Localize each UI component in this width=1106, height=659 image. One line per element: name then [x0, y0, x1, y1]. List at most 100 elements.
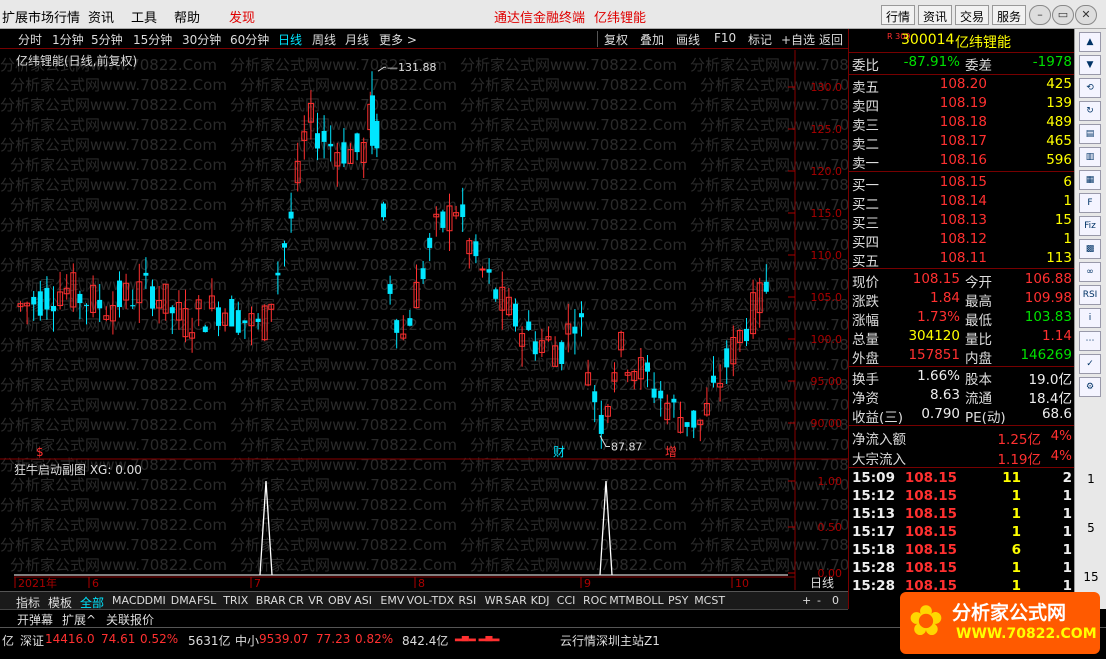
- add-favorite-button[interactable]: +自选: [781, 31, 815, 48]
- mark-button[interactable]: 标记: [748, 31, 772, 48]
- overlay-button[interactable]: 叠加: [640, 31, 664, 48]
- period-tab[interactable]: 5分钟: [91, 31, 123, 48]
- candle-body-down: [51, 305, 56, 312]
- ask-row: 卖三 108.18 489: [849, 114, 1075, 134]
- period-tab[interactable]: 1分钟: [52, 31, 84, 48]
- dots-icon[interactable]: ⋯: [1079, 331, 1101, 351]
- trade-button[interactable]: 交易: [955, 5, 990, 25]
- menu-help[interactable]: 帮助: [174, 7, 200, 26]
- info-icon[interactable]: i: [1079, 308, 1101, 328]
- zoom-out-icon[interactable]: -: [817, 594, 821, 607]
- y-tick-label: 105.0: [811, 291, 843, 304]
- indicator-tab-psy[interactable]: PSY: [668, 594, 688, 607]
- cycle-icon[interactable]: ↻: [1079, 101, 1101, 121]
- candle-body-down: [532, 341, 538, 355]
- gear-icon[interactable]: ⚙: [1079, 377, 1101, 397]
- grid-icon[interactable]: ▩: [1079, 239, 1101, 259]
- indicator-tab-obv[interactable]: OBV: [328, 594, 351, 607]
- indicator-tab-wr[interactable]: WR: [485, 594, 504, 607]
- indicator-tab-dma[interactable]: DMA: [171, 594, 197, 607]
- period-tab[interactable]: 30分钟: [182, 31, 221, 48]
- close-icon[interactable]: ✕: [1075, 5, 1097, 25]
- indicator-tab-brar[interactable]: BRAR: [256, 594, 286, 607]
- fuquan-button[interactable]: 复权: [604, 31, 628, 48]
- zoom-in-icon[interactable]: +: [802, 594, 811, 607]
- period-tab-daily[interactable]: 日线: [278, 31, 302, 48]
- indicator-tab-kdj[interactable]: KDJ: [531, 594, 550, 607]
- candle-body-down: [440, 211, 446, 228]
- f10-button[interactable]: F10: [714, 31, 736, 45]
- candle-body-down: [658, 390, 664, 399]
- period-number[interactable]: 5: [1075, 521, 1106, 535]
- reset-zoom-icon[interactable]: 0: [832, 594, 839, 607]
- minimize-icon[interactable]: –: [1029, 5, 1051, 25]
- period-tab[interactable]: 月线: [345, 31, 369, 48]
- indicator-tab-cci[interactable]: CCI: [557, 594, 576, 607]
- news-button[interactable]: 资讯: [918, 5, 953, 25]
- period-tab[interactable]: 60分钟: [230, 31, 269, 48]
- stat-value: 108.15: [912, 271, 960, 287]
- menu-discover[interactable]: 发现: [229, 7, 255, 26]
- sz-label[interactable]: 深证: [20, 632, 44, 649]
- indicator-tab-sar[interactable]: SAR: [504, 594, 526, 607]
- indicator-tab-asi[interactable]: ASI: [354, 594, 372, 607]
- menu-news[interactable]: 资讯: [88, 7, 114, 26]
- separator: [849, 467, 1075, 468]
- menu-tools[interactable]: 工具: [131, 7, 157, 26]
- flow-label: 净流入额: [852, 432, 906, 448]
- refresh-icon[interactable]: ⟲: [1079, 78, 1101, 98]
- chart-icon[interactable]: ▤: [1079, 124, 1101, 144]
- period-more[interactable]: 更多 >: [379, 31, 417, 48]
- menu-extended-market[interactable]: 扩展市场行情: [2, 7, 80, 26]
- candle-body-down: [427, 237, 433, 248]
- danmu-button[interactable]: 开弹幕: [17, 611, 53, 628]
- indicator-tab-trix[interactable]: TRIX: [223, 594, 248, 607]
- fiz-icon[interactable]: Fiz: [1079, 216, 1101, 236]
- indicator-tab-cr[interactable]: CR: [288, 594, 303, 607]
- indicator-tab-fsl[interactable]: FSL: [197, 594, 216, 607]
- candle-body-down: [169, 307, 175, 314]
- service-button[interactable]: 服务: [992, 5, 1027, 25]
- bar-icon[interactable]: ▥: [1079, 147, 1101, 167]
- tick-row: 15:17 108.15 1 1: [849, 524, 1075, 542]
- period-tab[interactable]: 分时: [18, 31, 42, 48]
- period-number[interactable]: 15: [1075, 570, 1106, 584]
- up-arrow-icon[interactable]: ▲: [1079, 32, 1101, 52]
- period-tab[interactable]: 周线: [312, 31, 336, 48]
- quote-button[interactable]: 行情: [881, 5, 916, 25]
- indicator-tab-mtm[interactable]: MTM: [609, 594, 635, 607]
- zx-label[interactable]: 中小: [235, 632, 259, 649]
- indicator-tab-dmi[interactable]: DMI: [145, 594, 166, 607]
- back-button[interactable]: 返回: [819, 31, 843, 48]
- separator: [849, 425, 1075, 426]
- candle-body-down: [202, 326, 208, 333]
- stat-label: 最高: [965, 294, 992, 310]
- doc-icon[interactable]: ▦: [1079, 170, 1101, 190]
- bid-price: 108.15: [939, 174, 987, 190]
- link-icon[interactable]: ∞: [1079, 262, 1101, 282]
- tick-icon[interactable]: ✓: [1079, 354, 1101, 374]
- indicator-tab-macd[interactable]: MACD: [112, 594, 145, 607]
- server-name[interactable]: 云行情深圳主站Z1: [560, 632, 660, 649]
- kline-chart[interactable]: 130.0 125.0 120.0 115.0 110.0 105.0 100.0 95.00…: [0, 50, 848, 590]
- period-number[interactable]: 1: [1075, 472, 1106, 486]
- indicator-tab-rsi[interactable]: RSI: [458, 594, 476, 607]
- f10-icon[interactable]: F: [1079, 193, 1101, 213]
- rsi-icon[interactable]: RSI: [1079, 285, 1101, 305]
- down-arrow-icon[interactable]: ▼: [1079, 55, 1101, 75]
- indicator-tab-roc[interactable]: ROC: [583, 594, 607, 607]
- indicator-tab-vol-tdx[interactable]: VOL-TDX: [407, 594, 455, 607]
- indicator-tab-boll[interactable]: BOLL: [635, 594, 663, 607]
- x-tick-label: 9: [584, 577, 591, 590]
- indicator-tab-emv[interactable]: EMV: [380, 594, 404, 607]
- period-tab[interactable]: 15分钟: [133, 31, 172, 48]
- stat-label: 今开: [965, 275, 992, 291]
- tick-row: 15:09 108.15 11 2: [849, 470, 1075, 488]
- draw-button[interactable]: 画线: [676, 31, 700, 48]
- indicator-tab-mcst[interactable]: MCST: [694, 594, 725, 607]
- restore-icon[interactable]: ▭: [1052, 5, 1074, 25]
- expand-button[interactable]: 扩展^: [62, 611, 96, 628]
- indicator-tab-vr[interactable]: VR: [308, 594, 323, 607]
- x-tick-label: 7: [254, 577, 261, 590]
- related-quote-button[interactable]: 关联报价: [106, 611, 154, 628]
